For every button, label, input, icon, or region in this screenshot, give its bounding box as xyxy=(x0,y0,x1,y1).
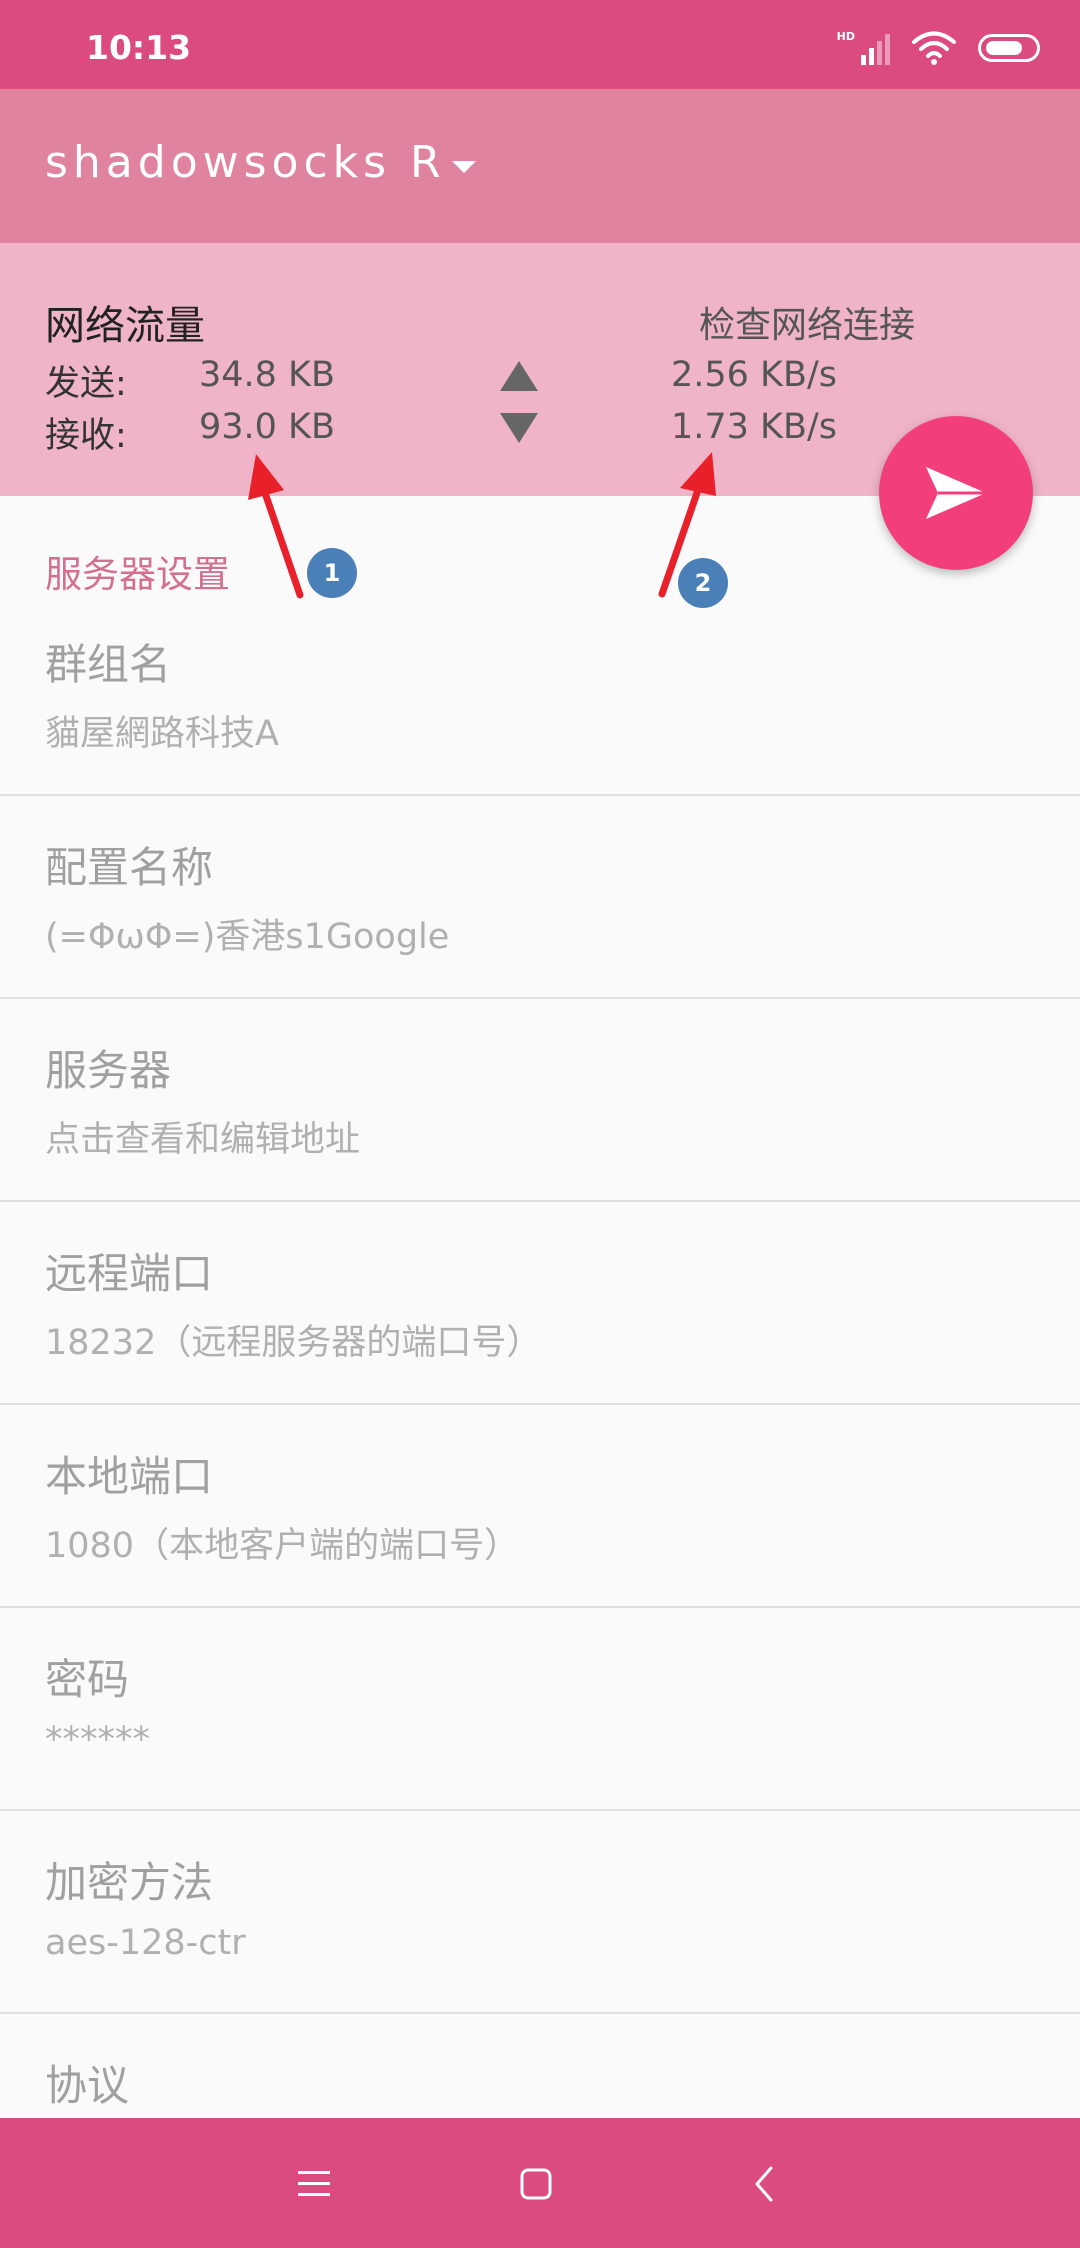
pref-title: 密码 xyxy=(45,1655,130,1704)
server-settings-header: 服务器设置 xyxy=(45,553,230,596)
pref-summary: 点击查看和编辑地址 xyxy=(45,1120,361,1160)
annotation-badge-1: 1 xyxy=(307,548,357,598)
sent-label: 发送: xyxy=(45,364,127,404)
pref-summary: aes-128-ctr xyxy=(45,1923,246,1963)
pref-title: 本地端口 xyxy=(45,1452,214,1501)
home-icon xyxy=(520,2168,552,2200)
check-connection-link[interactable]: 检查网络连接 xyxy=(699,296,915,348)
recv-rate: 1.73 KB/s xyxy=(670,407,837,447)
download-arrow-icon xyxy=(500,413,538,443)
back-icon xyxy=(755,2166,773,2202)
battery-icon xyxy=(978,34,1040,62)
caret-down-icon[interactable] xyxy=(452,161,476,173)
app-toolbar: shadowsocks R xyxy=(0,89,1080,243)
pref-password[interactable]: 密码 ****** xyxy=(0,1608,1080,1811)
pref-title: 协议 xyxy=(45,2061,130,2110)
pref-title: 服务器 xyxy=(45,1046,172,1095)
annotation-arrow-1 xyxy=(260,486,304,599)
pref-group-name[interactable]: 群组名 貓屋網路科技A xyxy=(0,593,1080,796)
home-button[interactable] xyxy=(508,2156,564,2212)
pref-local-port[interactable]: 本地端口 1080（本地客户端的端口号） xyxy=(0,1405,1080,1608)
pref-server[interactable]: 服务器 点击查看和编辑地址 xyxy=(0,999,1080,1202)
pref-title: 配置名称 xyxy=(45,843,214,892)
pref-title: 远程端口 xyxy=(45,1249,214,1298)
pref-summary: 1080（本地客户端的端口号） xyxy=(45,1526,520,1566)
navigation-bar xyxy=(0,2118,1080,2248)
connect-fab[interactable] xyxy=(879,416,1033,570)
recv-total: 93.0 KB xyxy=(199,407,336,447)
traffic-title: 网络流量 xyxy=(45,303,205,349)
status-icons: HD xyxy=(837,30,1040,66)
menu-button[interactable] xyxy=(286,2156,342,2212)
profile-title[interactable]: shadowsocks R xyxy=(45,137,446,188)
pref-summary: ****** xyxy=(45,1720,150,1760)
wifi-icon xyxy=(912,31,956,65)
upload-arrow-icon xyxy=(500,361,538,391)
pref-summary: 貓屋網路科技A xyxy=(45,714,279,754)
paper-plane-icon xyxy=(926,467,986,519)
sent-total: 34.8 KB xyxy=(199,355,336,395)
menu-icon xyxy=(298,2171,330,2196)
pref-config-name[interactable]: 配置名称 (=ΦωΦ=)香港s1Google xyxy=(0,796,1080,999)
status-time: 10:13 xyxy=(86,28,192,67)
pref-title: 加密方法 xyxy=(45,1858,214,1907)
back-button[interactable] xyxy=(736,2156,792,2212)
hd-label: HD xyxy=(836,30,855,43)
recv-label: 接收: xyxy=(45,416,127,456)
annotation-badge-2: 2 xyxy=(678,558,728,608)
pref-encryption-method[interactable]: 加密方法 aes-128-ctr xyxy=(0,1811,1080,2014)
pref-remote-port[interactable]: 远程端口 18232（远程服务器的端口号） xyxy=(0,1202,1080,1405)
pref-summary: 18232（远程服务器的端口号） xyxy=(45,1323,542,1363)
sent-rate: 2.56 KB/s xyxy=(670,355,837,395)
status-bar: 10:13 HD xyxy=(0,0,1080,89)
pref-title: 群组名 xyxy=(45,640,172,689)
signal-icon: HD xyxy=(837,31,890,65)
pref-summary: (=ΦωΦ=)香港s1Google xyxy=(45,917,450,957)
